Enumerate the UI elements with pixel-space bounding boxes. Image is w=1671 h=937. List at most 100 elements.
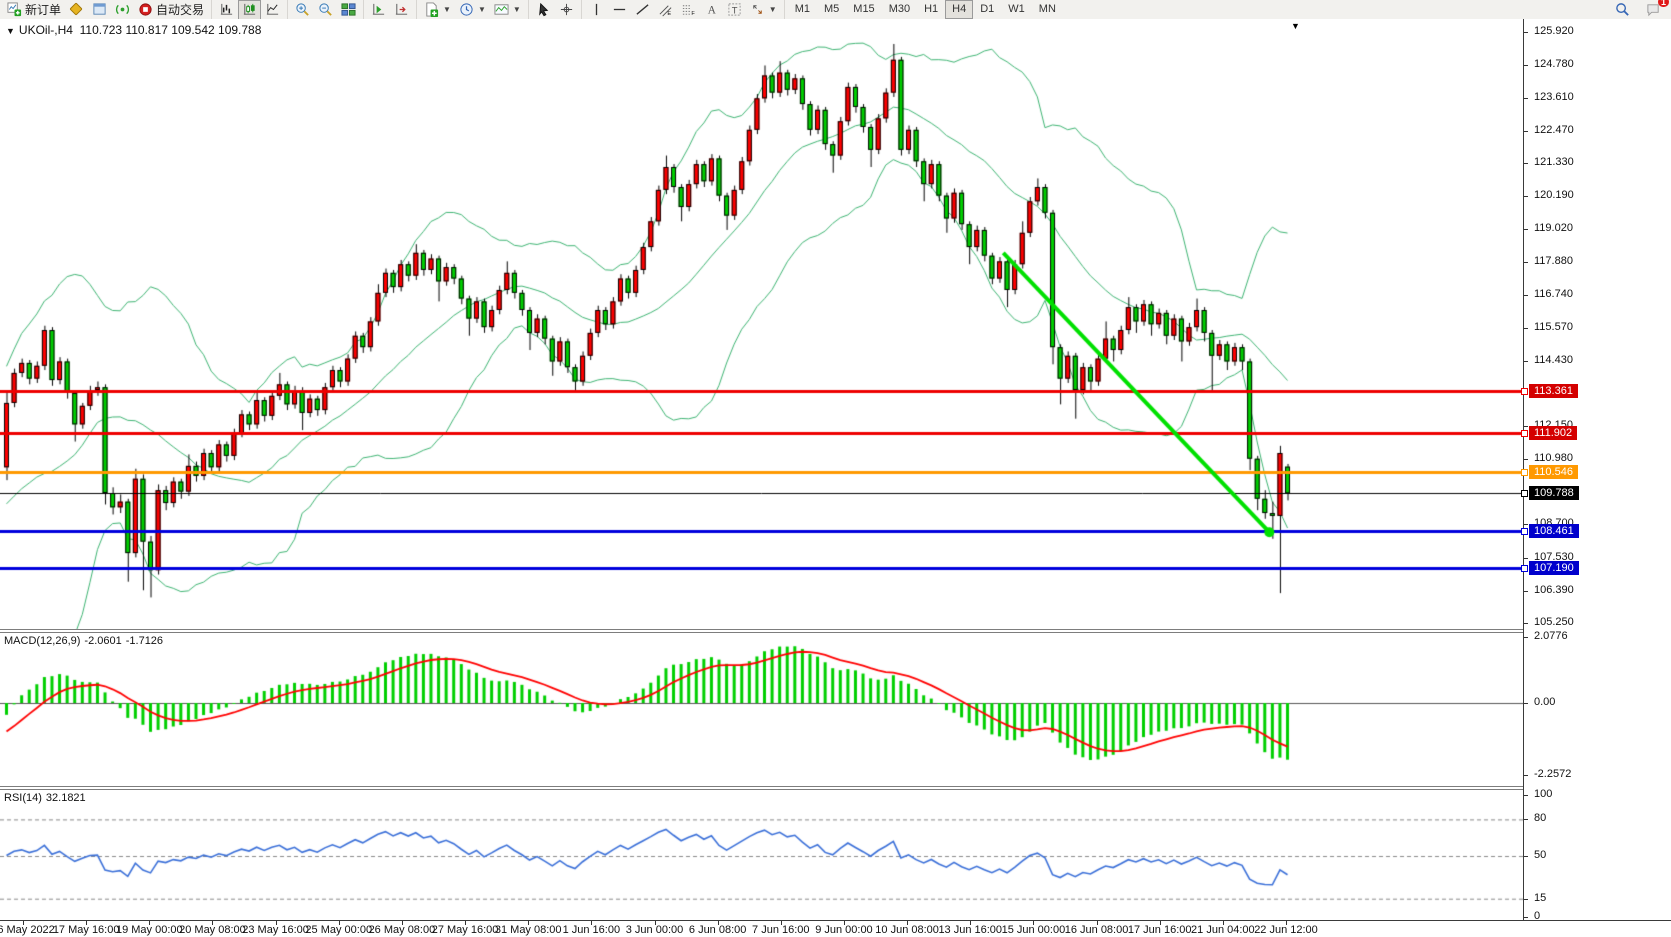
periods-button[interactable]: ▼ [455,0,490,20]
equidistant-channel-button[interactable]: E [654,0,677,20]
chart-shift-marker-icon[interactable]: ▼ [1291,21,1300,31]
price-tick-label: 122.470 [1534,124,1574,136]
hline-anchor[interactable] [1521,490,1528,497]
rsi-panel-canvas[interactable] [0,790,1523,919]
rsi-name: RSI(14) [4,792,42,804]
dropdown-arrow-icon[interactable]: ▼ [443,5,451,14]
price-tick-mark [1524,591,1528,592]
hline-price-tag: 107.190 [1529,561,1579,575]
zoom-out-button[interactable] [314,0,337,20]
time-axis[interactable]: 16 May 202217 May 16:0019 May 00:0020 Ma… [0,920,1671,937]
hline-anchor[interactable] [1521,469,1528,476]
time-axis-label: 27 May 16:00 [432,924,499,936]
macd-panel-canvas[interactable] [0,633,1523,786]
time-axis-label: 17 May 16:00 [53,924,120,936]
time-axis-label: 15 Jun 00:00 [1002,924,1066,936]
time-axis-label: 10 Jun 08:00 [875,924,939,936]
timeframe-d1[interactable]: D1 [973,0,1001,19]
dropdown-arrow-icon[interactable]: ▼ [478,5,486,14]
rsi-tick-mark [1524,899,1528,900]
price-tick-label: 106.390 [1534,584,1574,596]
line-chart-button[interactable] [261,0,284,20]
templates-button[interactable]: ▼ [490,0,525,20]
hline-anchor[interactable] [1521,388,1528,395]
price-tick-label: 117.880 [1534,255,1573,267]
text-label-button[interactable]: T [723,0,746,20]
text-button[interactable]: A [700,0,723,20]
dropdown-arrow-icon[interactable]: ▼ [513,5,521,14]
trend-icon [635,2,650,17]
time-axis-label: 23 May 16:00 [242,924,309,936]
zoom-in-button[interactable] [291,0,314,20]
timeframe-m30[interactable]: M30 [882,0,917,19]
price-tick-label: 105.250 [1534,616,1574,628]
chat-button[interactable]: 1 [1642,0,1665,20]
market-watch-button[interactable] [65,0,88,20]
dropdown-arrow-icon[interactable]: ▼ [769,5,777,14]
vertical-line-button[interactable] [585,0,608,20]
timeframe-m1[interactable]: M1 [788,0,817,19]
macd-indicator-label: MACD(12,26,9)-2.0601-1.7126 [4,635,167,647]
crosshair-button[interactable] [555,0,578,20]
auto-scroll-button[interactable] [367,0,390,20]
chart-title: ▼UKOil-,H4 110.723 110.817 109.542 109.7… [6,23,261,37]
time-axis-label: 3 Jun 00:00 [626,924,684,936]
crosshair-icon [559,2,574,17]
timeframe-mn[interactable]: MN [1032,0,1063,19]
new-order-button[interactable]: 新订单 [3,0,65,20]
price-axis[interactable]: 125.920124.780123.610122.470121.330120.1… [1523,19,1671,920]
time-axis-label: 19 May 00:00 [116,924,183,936]
price-tick-mark [1524,32,1528,33]
timeframe-m5[interactable]: M5 [817,0,846,19]
price-tick-mark [1524,558,1528,559]
timeframe-w1[interactable]: W1 [1001,0,1032,19]
time-axis-label: 16 May 2022 [0,924,55,936]
trendline-button[interactable] [631,0,654,20]
candlestick-chart-button[interactable] [238,0,261,20]
price-tick-mark [1524,295,1528,296]
price-tick-label: 119.020 [1534,222,1573,234]
hline-anchor[interactable] [1521,565,1528,572]
bar-chart-button[interactable] [215,0,238,20]
price-tick-mark [1524,262,1528,263]
arrows-button[interactable]: ▼ [746,0,781,20]
hline-anchor[interactable] [1521,528,1528,535]
price-tick-label: 110.980 [1534,452,1573,464]
hline-anchor[interactable] [1521,430,1528,437]
chart-shift-icon [394,2,409,17]
price-tick-mark [1524,426,1528,427]
auto-trading-button-label: 自动交易 [156,1,204,18]
price-tick-mark [1524,361,1528,362]
hline-price-tag: 111.902 [1529,426,1577,440]
rsi-tick-label: 100 [1534,788,1552,800]
toolbar-group: 新订单 自动交易 [0,0,211,19]
collapse-ohlc-icon[interactable]: ▼ [6,26,15,36]
indicators-button[interactable]: ▼ [420,0,455,20]
timeframe-m15[interactable]: M15 [846,0,881,19]
auto-trading-button[interactable]: 自动交易 [134,0,208,20]
tile-windows-button[interactable] [337,0,360,20]
price-tick-mark [1524,65,1528,66]
current-price-tag: 109.788 [1529,486,1579,500]
price-chart-canvas[interactable] [0,37,1523,629]
strategy-signal-button[interactable] [111,0,134,20]
hline-price-tag: 110.546 [1529,465,1578,479]
cursor-button[interactable] [532,0,555,20]
chart-shift-button[interactable] [390,0,413,20]
timeframe-h1[interactable]: H1 [917,0,945,19]
timeframe-h4[interactable]: H4 [945,0,973,19]
time-axis-label: 1 Jun 16:00 [563,924,621,936]
search-button[interactable] [1611,0,1634,20]
ohlc-low: 109.542 [171,23,214,37]
toolbar-right: 1 [1611,0,1671,20]
price-tick-label: 120.190 [1534,189,1574,201]
zoom-in-icon [295,2,310,17]
macd-tick-label: 0.00 [1534,696,1555,708]
data-window-button[interactable] [88,0,111,20]
rsi-tick-label: 15 [1534,892,1546,904]
arrows-icon [750,2,765,17]
rsi-tick-label: 50 [1534,849,1546,861]
price-tick-mark [1524,328,1528,329]
horizontal-line-button[interactable] [608,0,631,20]
fibonacci-button[interactable]: F [677,0,700,20]
